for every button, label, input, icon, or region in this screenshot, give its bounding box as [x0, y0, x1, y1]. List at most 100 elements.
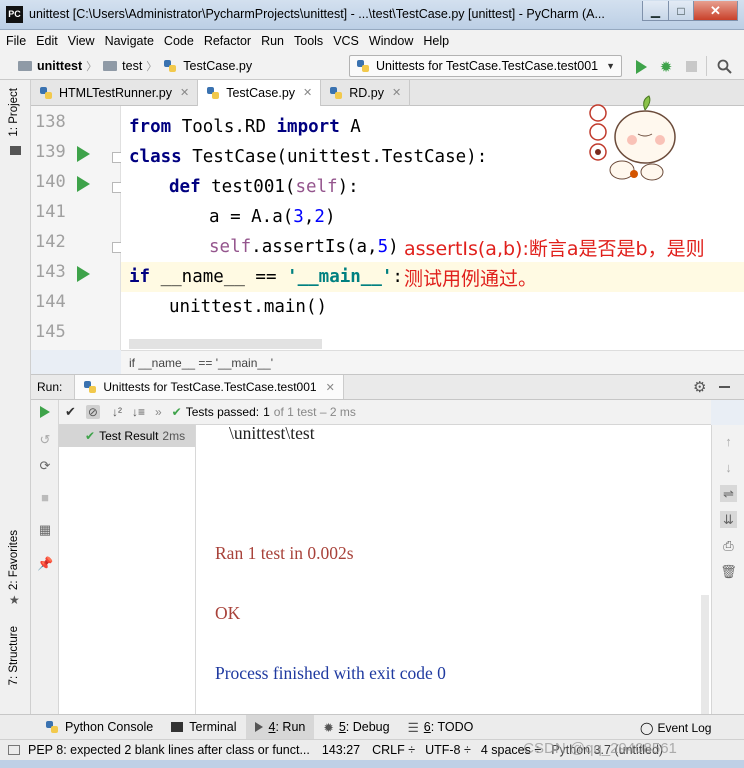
code-text: , — [303, 207, 315, 227]
menu-run[interactable]: Run — [261, 34, 284, 48]
file-encoding[interactable]: UTF-8 ÷ — [425, 743, 471, 757]
annotation-line: assertIs(a,b):断言a是否是b，是则 — [404, 238, 705, 260]
python-test-icon — [357, 60, 369, 72]
dropdown-arrow-icon: ▼ — [606, 61, 615, 71]
tab-label: HTMLTestRunner.py — [59, 85, 173, 100]
close-tab-icon[interactable]: ✕ — [392, 86, 401, 99]
breadcrumb-folder[interactable]: test — [122, 59, 142, 73]
run-configuration-select[interactable]: Unittests for TestCase.TestCase.test001 … — [349, 55, 622, 77]
tool-windows-icon[interactable] — [8, 745, 20, 755]
number-literal: 2 — [314, 207, 325, 227]
run-class-gutter-icon[interactable] — [77, 146, 90, 162]
annotation-line: 测试用例通过。 — [404, 268, 538, 290]
pin-icon[interactable]: 📌 — [37, 556, 53, 572]
breadcrumb-label: if __name__ == '__main__' — [129, 355, 274, 370]
maximize-button[interactable]: □ — [668, 1, 694, 21]
menu-vcs[interactable]: VCS — [333, 34, 359, 48]
scroll-to-end-icon[interactable]: ⇊ — [720, 511, 737, 528]
python-file-icon — [164, 59, 177, 72]
run-main-gutter-icon[interactable] — [77, 266, 90, 282]
horizontal-scrollbar[interactable] — [129, 339, 322, 349]
menu-refactor[interactable]: Refactor — [204, 34, 251, 48]
tab-run[interactable]: 4: Run — [245, 714, 315, 740]
status-message[interactable]: PEP 8: expected 2 blank lines after clas… — [28, 743, 310, 757]
tests-passed-detail: of 1 test – 2 ms — [273, 405, 356, 419]
close-tab-icon[interactable]: ✕ — [303, 86, 312, 99]
sort-by-duration-icon[interactable]: ↓≡ — [132, 405, 145, 419]
run-tab[interactable]: Unittests for TestCase.TestCase.test001 … — [74, 375, 344, 399]
close-button[interactable]: ✕ — [693, 1, 738, 21]
tab-debug[interactable]: ✹ 5: Debug — [314, 715, 398, 740]
tab-rd[interactable]: RD.py ✕ — [321, 79, 411, 106]
code-line-144: unittest.main() — [169, 292, 327, 322]
menu-edit[interactable]: Edit — [36, 34, 58, 48]
tab-python-console[interactable]: Python Console — [36, 715, 162, 740]
run-button[interactable] — [632, 58, 650, 76]
hide-panel-icon[interactable] — [719, 386, 730, 388]
close-tab-icon[interactable]: ✕ — [180, 86, 189, 99]
arrow-up-icon[interactable]: ↑ — [720, 433, 737, 450]
run-vertical-toolbar: ↺ ⟳ ■ ▦ 📌 — [31, 400, 59, 714]
breadcrumb-project[interactable]: unittest — [37, 59, 82, 73]
tab-terminal[interactable]: Terminal — [162, 715, 245, 740]
layout-icon[interactable]: ▦ — [37, 522, 53, 538]
line-separator[interactable]: CRLF ÷ — [372, 743, 415, 757]
favorites-tool-button[interactable]: 2: Favorites — [8, 530, 20, 593]
gear-icon[interactable]: ⚙ — [693, 378, 706, 396]
stop-icon[interactable]: ■ — [37, 490, 53, 506]
tab-label: : Run — [275, 720, 306, 734]
annotation-note: assertIs(a,b):断言a是否是b，是则 测试用例通过。 — [404, 234, 744, 294]
menu-bar: File Edit View Navigate Code Refactor Ru… — [0, 30, 744, 52]
editor-breadcrumb[interactable]: if __name__ == '__main__' — [121, 350, 744, 374]
menu-tools[interactable]: Tools — [294, 34, 323, 48]
arrow-down-icon[interactable]: ↓ — [720, 459, 737, 476]
interpreter-status[interactable]: Python 3.7 (untitled) CSDN @qq_29408561 — [523, 740, 677, 757]
search-everywhere-button[interactable] — [715, 57, 733, 75]
show-ignored-icon[interactable]: ⊘ — [85, 405, 100, 419]
project-tool-button[interactable]: 1: Project — [8, 88, 20, 140]
console-output[interactable]: \unittest\test Ran 1 test in 0.002s OK P… — [196, 425, 711, 714]
menu-view[interactable]: View — [68, 34, 95, 48]
console-scrollbar[interactable] — [701, 595, 709, 714]
code-text: test001( — [200, 177, 296, 197]
folder-icon — [18, 60, 32, 71]
code-text: ) — [388, 237, 399, 257]
run-test-gutter-icon[interactable] — [77, 176, 90, 192]
code-line-140: def test001(self): — [169, 172, 359, 202]
rerun-button[interactable] — [37, 406, 53, 422]
keyword: from — [129, 117, 172, 137]
tab-number: 5 — [338, 720, 346, 734]
soft-wrap-icon[interactable]: ⇌ — [720, 485, 737, 502]
more-icon[interactable]: » — [155, 405, 162, 419]
print-icon[interactable]: ⎙ — [720, 537, 737, 554]
trash-icon[interactable]: 🗑 — [720, 563, 737, 580]
tab-todo[interactable]: ☰ 6: TODO — [399, 715, 483, 740]
minimize-button[interactable]: ▁ — [642, 1, 669, 21]
menu-navigate[interactable]: Navigate — [105, 34, 154, 48]
debug-button[interactable]: ✹ — [657, 58, 675, 76]
code-line-139: class TestCase(unittest.TestCase): — [129, 142, 487, 172]
menu-window[interactable]: Window — [369, 34, 413, 48]
menu-help[interactable]: Help — [423, 34, 449, 48]
tab-testcase[interactable]: TestCase.py ✕ — [198, 79, 322, 106]
tab-label: TestCase.py — [226, 85, 296, 100]
stop-icon[interactable] — [686, 61, 697, 72]
tree-item-test-result[interactable]: ✔ Test Result 2ms — [59, 425, 195, 447]
toggle-auto-test-icon[interactable]: ⟳ — [37, 458, 53, 474]
caret-position[interactable]: 143:27 — [322, 743, 360, 757]
show-passed-icon[interactable]: ✔ — [65, 404, 76, 420]
tab-htmltestrunner[interactable]: HTMLTestRunner.py ✕ — [31, 79, 199, 106]
menu-file[interactable]: File — [6, 34, 26, 48]
rerun-failed-icon[interactable]: ↺ — [37, 432, 53, 448]
breadcrumb-file[interactable]: TestCase.py — [183, 59, 252, 73]
run-icon — [254, 722, 263, 732]
event-log-button[interactable]: ◯ Event Log — [640, 721, 711, 735]
menu-code[interactable]: Code — [164, 34, 194, 48]
tab-label: Terminal — [189, 720, 237, 734]
minimize-icon: ▁ — [650, 3, 661, 18]
close-tab-icon[interactable]: ✕ — [326, 381, 335, 394]
structure-tool-button[interactable]: 7: Structure — [8, 626, 20, 688]
sort-alphabetically-icon[interactable]: ↓² — [112, 405, 122, 419]
python-file-icon — [330, 86, 343, 99]
line-number: 141 — [35, 202, 66, 222]
